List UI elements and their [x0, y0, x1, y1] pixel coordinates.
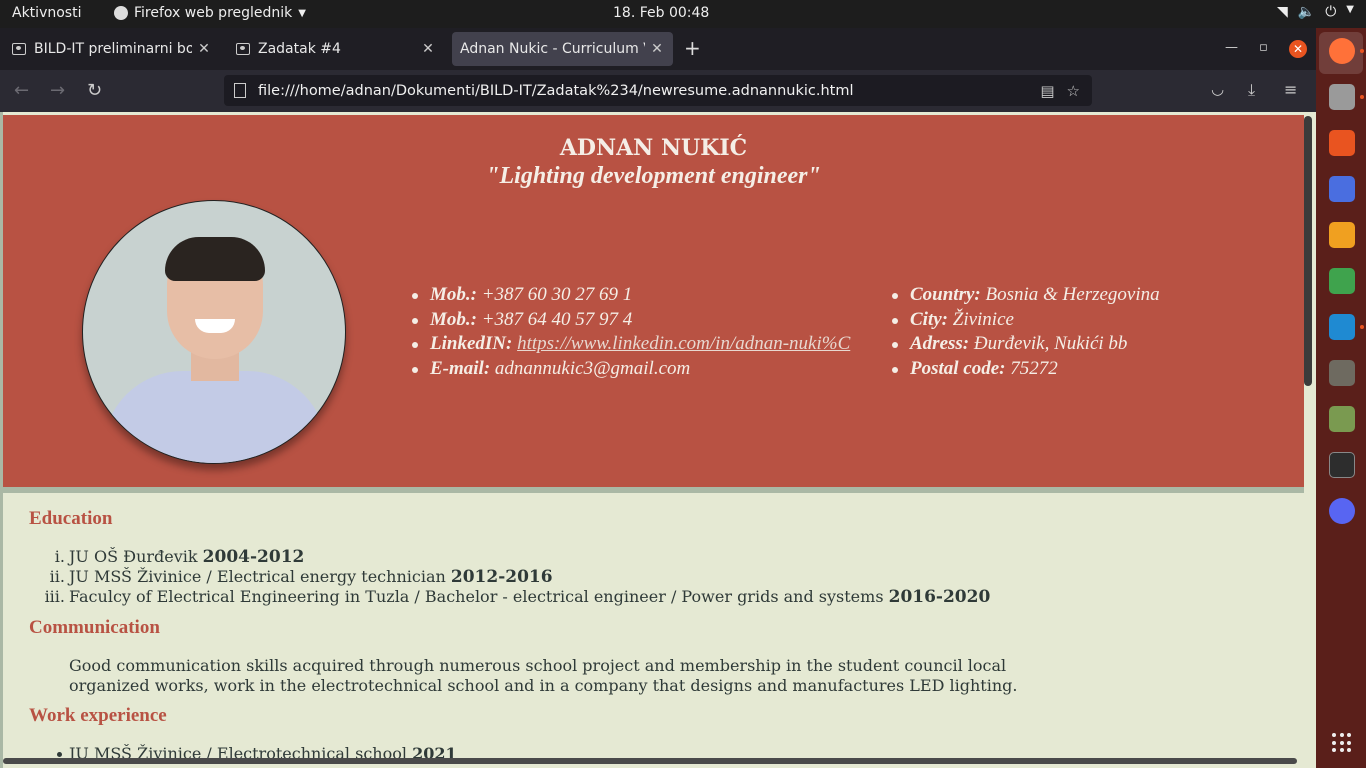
communication-text: Good communication skills acquired throu… — [69, 656, 1018, 695]
contact-item: City: Živinice — [888, 308, 1160, 333]
activities-button[interactable]: Aktivnosti — [12, 5, 81, 21]
bookmark-star-icon[interactable]: ☆ — [1067, 82, 1080, 100]
software-center-icon[interactable] — [1329, 130, 1355, 156]
pocket-icon[interactable]: ◡ — [1211, 80, 1224, 98]
contact-list-left: Mob.: +387 60 30 27 69 1 Mob.: +387 64 4… — [408, 283, 850, 381]
clock[interactable]: 18. Feb 00:48 — [613, 5, 709, 21]
navigation-toolbar: ← → ↻ file:///home/adnan/Dokumenti/BILD-… — [0, 70, 1316, 112]
app-menu[interactable]: Firefox web preglednik ▼ — [114, 5, 306, 21]
horizontal-scrollbar[interactable] — [3, 758, 1297, 764]
person-name: ADNAN NUKIĆ — [559, 135, 748, 161]
show-apps-icon[interactable] — [1332, 733, 1352, 753]
education-list: i. JU OŠ Đurđevik 2004-2012 ii. JU MSŠ Živ… — [3, 547, 991, 607]
url-text: file:///home/adnan/Dokumenti/BILD-IT/Zad… — [258, 82, 854, 99]
close-icon[interactable]: ✕ — [196, 41, 212, 57]
contact-item: LinkedIN: https://www.linkedin.com/in/ad… — [408, 332, 850, 357]
close-icon[interactable]: ✕ — [420, 41, 436, 57]
file-icon — [234, 83, 246, 98]
contact-list-right: Country: Bosnia & Herzegovina City: Živi… — [888, 283, 1160, 381]
url-bar[interactable]: file:///home/adnan/Dokumenti/BILD-IT/Zad… — [224, 75, 1092, 106]
calculator-icon[interactable] — [1329, 222, 1355, 248]
volume-icon: 🔈 — [1297, 4, 1316, 20]
linkedin-link[interactable]: https://www.linkedin.com/in/adnan-nuki%C — [517, 333, 850, 354]
app-menu-label: Firefox web preglednik — [134, 5, 293, 21]
firefox-icon[interactable] — [1329, 38, 1355, 64]
list-item: i. JU OŠ Đurđevik 2004-2012 — [54, 547, 305, 567]
download-icon[interactable]: ⤓ — [1248, 80, 1255, 100]
close-icon[interactable]: ✕ — [649, 41, 665, 57]
reload-button[interactable]: ↻ — [87, 80, 102, 101]
contact-item: Mob.: +387 60 30 27 69 1 — [408, 283, 850, 308]
wifi-icon: ◥ — [1277, 4, 1288, 20]
tab-label: BILD-IT preliminarni boot — [34, 41, 192, 57]
terminal-icon[interactable] — [1329, 452, 1355, 478]
reader-view-icon[interactable]: ▤ — [1040, 82, 1054, 100]
resume-header: ADNAN NUKIĆ "Lighting development engine… — [3, 115, 1304, 493]
tab-zadatak[interactable]: Zadatak #4 ✕ — [228, 32, 444, 66]
contact-item: E-mail: adnannukic3@gmail.com — [408, 357, 850, 382]
image-viewer-icon[interactable] — [1329, 406, 1355, 432]
chevron-down-icon: ▼ — [298, 7, 306, 19]
tab-resume[interactable]: Adnan Nukic - Curriculum Vitae ✕ — [452, 32, 673, 66]
contact-item: Postal code: 75272 — [888, 357, 1160, 382]
close-window-button[interactable]: ✕ — [1289, 40, 1307, 58]
page-icon — [236, 43, 250, 55]
minimize-button[interactable]: — — [1225, 40, 1238, 55]
new-tab-button[interactable]: + — [684, 36, 701, 60]
web-page: ADNAN NUKIĆ "Lighting development engine… — [0, 112, 1316, 768]
work-heading: Work experience — [29, 705, 167, 726]
layers-app-icon[interactable] — [1329, 268, 1355, 294]
files-icon[interactable] — [1329, 84, 1355, 110]
ubuntu-dock — [1316, 28, 1366, 768]
list-item: iii. Faculcy of Electrical Engineering in… — [44, 587, 991, 607]
list-item: ii. JU MSŠ Živinice / Electrical energy t… — [49, 567, 553, 587]
contact-item: Adress: Đurđevik, Nukići bb — [888, 332, 1160, 357]
menu-icon[interactable]: ≡ — [1284, 80, 1297, 99]
gimp-icon[interactable] — [1329, 360, 1355, 386]
vscode-icon[interactable] — [1329, 314, 1355, 340]
contact-item: Country: Bosnia & Herzegovina — [888, 283, 1160, 308]
tab-label: Zadatak #4 — [258, 41, 341, 57]
maximize-button[interactable]: ▫ — [1259, 40, 1268, 55]
tab-bild-it[interactable]: BILD-IT preliminarni boot ✕ — [4, 32, 220, 66]
tab-label: Adnan Nukic - Curriculum Vitae — [460, 41, 645, 57]
vertical-scrollbar[interactable] — [1304, 116, 1312, 386]
screenshot-icon[interactable] — [1329, 176, 1355, 202]
contact-item: Mob.: +387 64 40 57 97 4 — [408, 308, 850, 333]
forward-button[interactable]: → — [50, 80, 65, 101]
system-top-bar: Aktivnosti Firefox web preglednik ▼ 18. … — [0, 0, 1366, 28]
page-icon — [12, 43, 26, 55]
tab-strip: BILD-IT preliminarni boot ✕ Zadatak #4 ✕… — [0, 28, 1316, 70]
firefox-icon — [114, 6, 128, 20]
education-heading: Education — [29, 508, 113, 529]
chevron-down-icon: ▼ — [1346, 4, 1354, 15]
communication-heading: Communication — [29, 617, 160, 638]
back-button[interactable]: ← — [14, 80, 29, 101]
profile-photo — [82, 200, 346, 464]
job-title: "Lighting development engineer" — [486, 163, 821, 189]
discord-icon[interactable] — [1329, 498, 1355, 524]
system-tray[interactable]: ◥ 🔈 ⏻ ▼ — [1277, 4, 1354, 20]
power-icon: ⏻ — [1325, 4, 1337, 20]
